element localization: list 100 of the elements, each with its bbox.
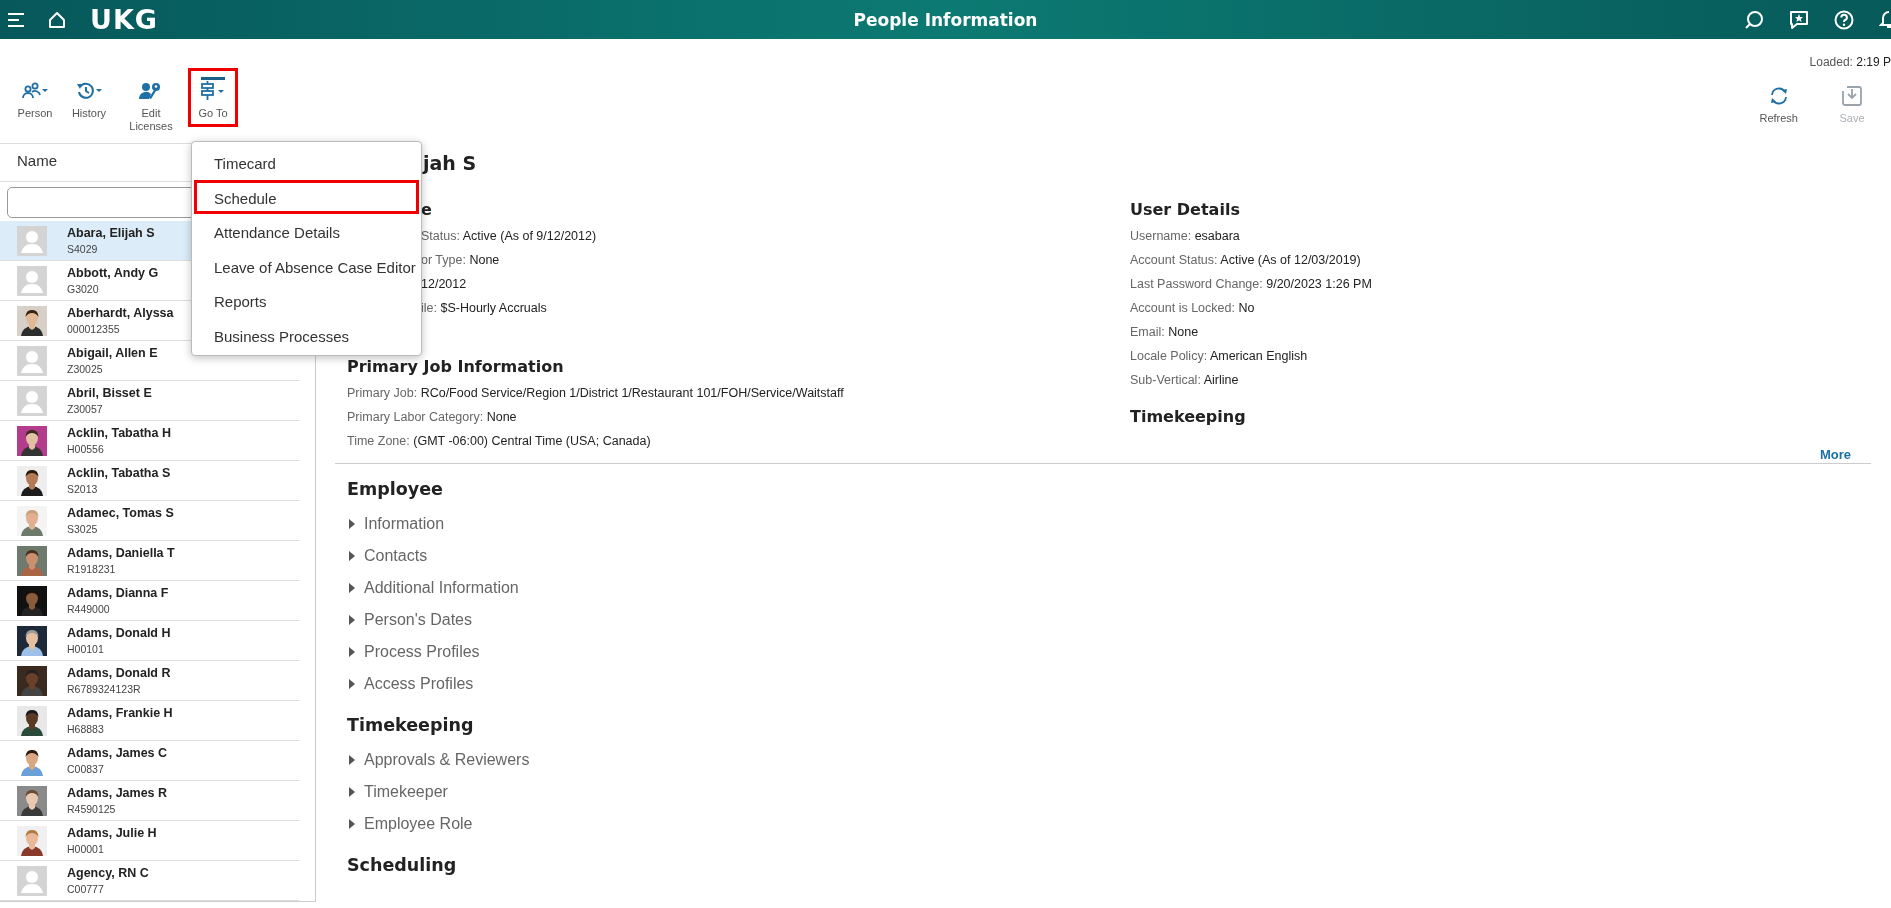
refresh-icon bbox=[1768, 86, 1789, 106]
group-heading: Timekeeping bbox=[347, 714, 475, 737]
group-heading: Scheduling bbox=[347, 854, 458, 877]
person-row[interactable]: Adams, Donald H H00101 bbox=[0, 621, 299, 661]
page-title: People Information bbox=[852, 9, 1039, 30]
avatar-icon bbox=[17, 345, 47, 376]
field-line: Primary Job: RCo/Food Service/Region 1/District 1/Restaurant 101/FOH/Service/Waitstaff bbox=[347, 385, 845, 402]
person-name: Adamec, Tomas S bbox=[67, 505, 174, 522]
caret-icon[interactable] bbox=[349, 647, 355, 657]
field-line: or Type: None bbox=[421, 252, 501, 269]
field-line: Account Status: Active (As of 12/03/2019) bbox=[1130, 252, 1362, 269]
menu-item[interactable]: Schedule bbox=[194, 179, 419, 214]
person-row[interactable]: Acklin, Tabatha H H00556 bbox=[0, 421, 299, 461]
person-name: Abbott, Andy G bbox=[67, 265, 159, 282]
person-name: Abigail, Allen E bbox=[67, 345, 158, 362]
caret-icon[interactable] bbox=[349, 819, 355, 829]
person-name: Adams, Donald R bbox=[67, 665, 171, 682]
person-name: Adams, Julie H bbox=[67, 825, 157, 842]
history-icon bbox=[76, 81, 102, 101]
person-id: H00101 bbox=[67, 642, 105, 656]
person-row[interactable]: Adams, James R R4590125 bbox=[0, 781, 299, 821]
person-row[interactable]: Adams, Donald R R6789324123R bbox=[0, 661, 299, 701]
toolbar-button[interactable]: Edit Licenses bbox=[118, 68, 184, 140]
section-link[interactable]: Access Profiles bbox=[364, 675, 474, 693]
home-icon[interactable] bbox=[48, 10, 66, 29]
person-id: Z30057 bbox=[67, 402, 104, 416]
person-id: R4590125 bbox=[67, 802, 117, 816]
person-id: R6789324123R bbox=[67, 682, 142, 696]
group-heading: Employee bbox=[347, 478, 444, 501]
person-name: Adams, Daniella T bbox=[67, 545, 175, 562]
section-heading: e bbox=[421, 199, 433, 221]
refresh-button[interactable]: Refresh bbox=[1752, 75, 1805, 132]
section-link[interactable]: Contacts bbox=[364, 547, 428, 565]
field-line: ile: $S-Hourly Accruals bbox=[421, 300, 548, 317]
caret-icon[interactable] bbox=[349, 787, 355, 797]
field-line: Username: esabara bbox=[1130, 228, 1241, 245]
person-id: S2013 bbox=[67, 482, 99, 496]
caret-icon[interactable] bbox=[349, 519, 355, 529]
person-id: R1918231 bbox=[67, 562, 117, 576]
person-row[interactable]: Acklin, Tabatha S S2013 bbox=[0, 461, 299, 501]
logo[interactable]: UKG bbox=[90, 4, 158, 35]
field-line: Last Password Change: 9/20/2023 1:26 PM bbox=[1130, 276, 1373, 293]
person-id: H00556 bbox=[67, 442, 105, 456]
caret-icon[interactable] bbox=[349, 583, 355, 593]
section-link[interactable]: Information bbox=[364, 515, 445, 533]
person-id: H68883 bbox=[67, 722, 105, 736]
person-id: C00777 bbox=[67, 882, 105, 896]
person-id: Z30025 bbox=[67, 362, 104, 376]
person-heading: jah S bbox=[421, 151, 478, 176]
toolbar-button[interactable]: Go To bbox=[188, 68, 238, 127]
person-name: Aberhardt, Alyssa bbox=[67, 305, 174, 322]
caret-icon[interactable] bbox=[349, 755, 355, 765]
toolbar-button[interactable]: History bbox=[64, 68, 114, 127]
field-line: Status: Active (As of 9/12/2012) bbox=[421, 228, 598, 245]
section-link[interactable]: Approvals & Reviewers bbox=[364, 751, 530, 769]
person-name: Acklin, Tabatha H bbox=[67, 425, 171, 442]
avatar-icon bbox=[17, 225, 47, 256]
person-row[interactable]: Adams, Julie H H00001 bbox=[0, 821, 299, 861]
field-line: Account is Locked: No bbox=[1130, 300, 1256, 317]
person-id: G3020 bbox=[67, 282, 100, 296]
person-row[interactable]: Adams, Frankie H H68883 bbox=[0, 701, 299, 741]
person-row[interactable]: Adamec, Tomas S S3025 bbox=[0, 501, 299, 541]
field-line: Locale Policy: American English bbox=[1130, 348, 1309, 365]
section-link[interactable]: Additional Information bbox=[364, 579, 519, 597]
chat-star-icon[interactable] bbox=[1789, 9, 1809, 30]
person-name: Abril, Bisset E bbox=[67, 385, 152, 402]
person-id: C00837 bbox=[67, 762, 105, 776]
person-row[interactable]: Abril, Bisset E Z30057 bbox=[0, 381, 299, 421]
caret-icon[interactable] bbox=[349, 679, 355, 689]
section-link[interactable]: Process Profiles bbox=[364, 643, 480, 661]
person-id: R449000 bbox=[67, 602, 111, 616]
person-id: H00001 bbox=[67, 842, 105, 856]
caret-icon[interactable] bbox=[349, 551, 355, 561]
search-icon[interactable] bbox=[1744, 9, 1764, 30]
person-row[interactable]: Agency, RN C C00777 bbox=[0, 861, 299, 901]
section-heading: Primary Job Information bbox=[347, 356, 565, 378]
signpost-icon bbox=[200, 81, 226, 101]
field-line: Time Zone: (GMT -06:00) Central Time (USA; Canada) bbox=[347, 433, 652, 450]
loaded-time: Loaded: 2:19 P bbox=[1809, 55, 1891, 69]
section-heading: Timekeeping bbox=[1130, 406, 1247, 428]
avatar-icon bbox=[17, 385, 47, 416]
person-id: S3025 bbox=[67, 522, 99, 536]
field-line: Email: None bbox=[1130, 324, 1200, 341]
toolbar-button[interactable]: Person bbox=[10, 68, 60, 127]
help-icon[interactable] bbox=[1834, 9, 1854, 30]
person-row[interactable]: Adams, James C C00837 bbox=[0, 741, 299, 781]
section-link[interactable]: Timekeeper bbox=[364, 783, 448, 801]
person-name: Abara, Elijah S bbox=[67, 225, 155, 242]
section-link[interactable]: Employee Role bbox=[364, 815, 473, 833]
caret-icon[interactable] bbox=[349, 615, 355, 625]
section-link[interactable]: Person's Dates bbox=[364, 611, 472, 629]
person-id: 000012355 bbox=[67, 322, 121, 336]
person-row[interactable]: Adams, Daniella T R1918231 bbox=[0, 541, 299, 581]
menu-icon[interactable] bbox=[8, 12, 26, 27]
avatar-icon bbox=[17, 865, 47, 896]
bell-icon[interactable] bbox=[1879, 9, 1891, 30]
field-line: Sub-Vertical: Airline bbox=[1130, 372, 1240, 389]
person-id: S4029 bbox=[67, 242, 99, 256]
person-row[interactable]: Adams, Dianna F R449000 bbox=[0, 581, 299, 621]
more-link[interactable]: More bbox=[1819, 447, 1851, 463]
